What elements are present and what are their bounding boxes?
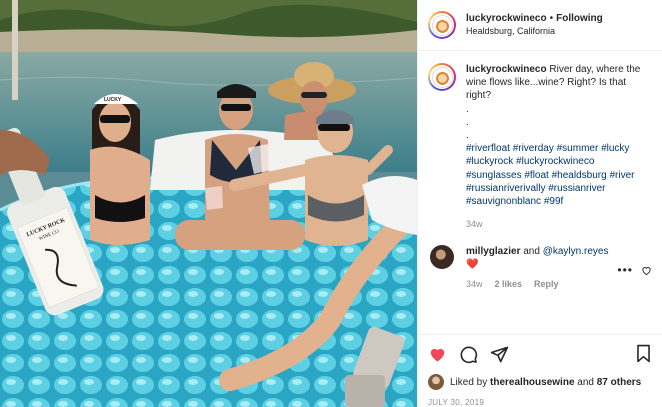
comment-row: millyglazier and @kaylyn.reyes ❤️ 34w 2 l… [428, 245, 652, 289]
author-avatar[interactable] [428, 11, 456, 39]
cap-text-1: LUCKY [104, 97, 122, 103]
likes-connector: and [577, 376, 594, 388]
caption-dot-3: . [466, 130, 469, 142]
separator-dot: • [549, 13, 554, 24]
hashtag[interactable]: #luckyrockwineco [516, 156, 594, 167]
hashtag[interactable]: #summer [557, 143, 599, 154]
more-icon[interactable]: ••• [617, 263, 633, 277]
post-date[interactable]: JULY 30, 2019 [418, 390, 662, 407]
comment-icon[interactable] [459, 345, 478, 364]
hashtag[interactable]: #riverday [513, 143, 554, 154]
caption-time: 34w [466, 219, 483, 230]
likes-row: Liked by therealhousewine and 87 others [418, 374, 662, 390]
instagram-post: LUCKY LUCKY ROCK WINE CO luckyrockwineco… [0, 0, 662, 407]
hashtag[interactable]: #healdsburg [552, 170, 607, 181]
photo-illustration: LUCKY LUCKY ROCK WINE CO [0, 0, 417, 407]
caption-username[interactable]: luckyrockwineco [466, 64, 547, 75]
liker-avatar[interactable] [428, 374, 444, 390]
heart-outline-icon[interactable] [641, 265, 652, 276]
post-header: luckyrockwineco • Following Healdsburg, Ca… [418, 0, 662, 51]
liker-username[interactable]: therealhousewine [490, 377, 574, 388]
hashtag[interactable]: #luckyrock [466, 156, 513, 167]
hashtags: #riverfloat #riverday #summer #lucky #lu… [466, 142, 646, 208]
caption-body: luckyrockwineco River day, where the win… [466, 63, 646, 231]
commenter-avatar[interactable] [430, 245, 454, 270]
comment-likes[interactable]: 2 likes [495, 279, 523, 289]
comment-mention[interactable]: @kaylyn.reyes [543, 246, 609, 257]
follow-status[interactable]: Following [556, 13, 603, 24]
hashtag[interactable]: #russianriverivally [466, 183, 545, 194]
caption-dot-2: . [466, 116, 469, 128]
likes-prefix: Liked by [450, 376, 488, 388]
share-icon[interactable] [490, 345, 509, 364]
hashtag[interactable]: #float [524, 170, 548, 181]
post-sidebar: luckyrockwineco • Following Healdsburg, Ca… [417, 0, 662, 407]
hashtag[interactable]: #sunglasses [466, 170, 522, 181]
heart-emoji: ❤️ [466, 259, 479, 271]
comments-section: luckyrockwineco River day, where the win… [418, 51, 662, 334]
hashtag[interactable]: #river [609, 170, 634, 181]
hashtag[interactable]: #riverfloat [466, 143, 510, 154]
comment-time: 34w [466, 279, 483, 290]
action-bar [418, 334, 662, 374]
hashtag[interactable]: #lucky [601, 143, 629, 154]
post-photo[interactable]: LUCKY LUCKY ROCK WINE CO [0, 0, 417, 407]
caption-dot-1: . [466, 103, 469, 115]
commenter-username[interactable]: millyglazier [466, 246, 520, 257]
hashtag[interactable]: #99f [544, 196, 563, 207]
caption-row: luckyrockwineco River day, where the win… [428, 63, 652, 231]
hashtag[interactable]: #russianriver [548, 183, 605, 194]
reply-button[interactable]: Reply [534, 279, 559, 289]
avatar-image [431, 14, 453, 36]
bookmark-icon[interactable] [635, 344, 652, 366]
heart-icon[interactable] [428, 345, 447, 364]
likes-others[interactable]: 87 others [597, 377, 641, 388]
comment-connector: and [523, 246, 540, 258]
author-username[interactable]: luckyrockwineco [466, 13, 547, 24]
location-link[interactable]: Healdsburg, California [466, 25, 603, 38]
caption-avatar[interactable] [428, 63, 456, 91]
hashtag[interactable]: #sauvignonblanc [466, 196, 541, 207]
